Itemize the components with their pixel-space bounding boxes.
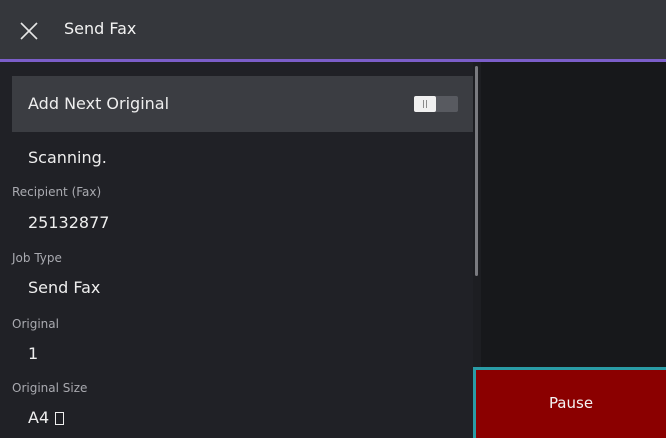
- recipient-value: 25132877: [28, 213, 110, 232]
- original-size-value: A4: [28, 408, 50, 427]
- pause-button-label: Pause: [548, 394, 594, 412]
- job-type-label: Job Type: [12, 251, 62, 265]
- close-icon[interactable]: [20, 22, 38, 40]
- portrait-page-icon: [55, 412, 65, 425]
- toggle-knob: [414, 96, 436, 112]
- job-type-value: Send Fax: [28, 278, 101, 297]
- original-label: Original: [12, 317, 59, 331]
- original-size-label: Original Size: [12, 381, 88, 395]
- pause-button[interactable]: Pause: [473, 367, 666, 438]
- recipient-label: Recipient (Fax): [12, 185, 102, 199]
- add-next-original-label: Add Next Original: [28, 94, 170, 113]
- scan-status: Scanning.: [28, 148, 107, 167]
- original-value: 1: [28, 344, 39, 363]
- original-size-row: A4: [28, 408, 65, 427]
- pause-focus-edge: [473, 432, 476, 438]
- scrollbar-thumb[interactable]: [475, 66, 478, 276]
- page-title: Send Fax: [64, 19, 137, 38]
